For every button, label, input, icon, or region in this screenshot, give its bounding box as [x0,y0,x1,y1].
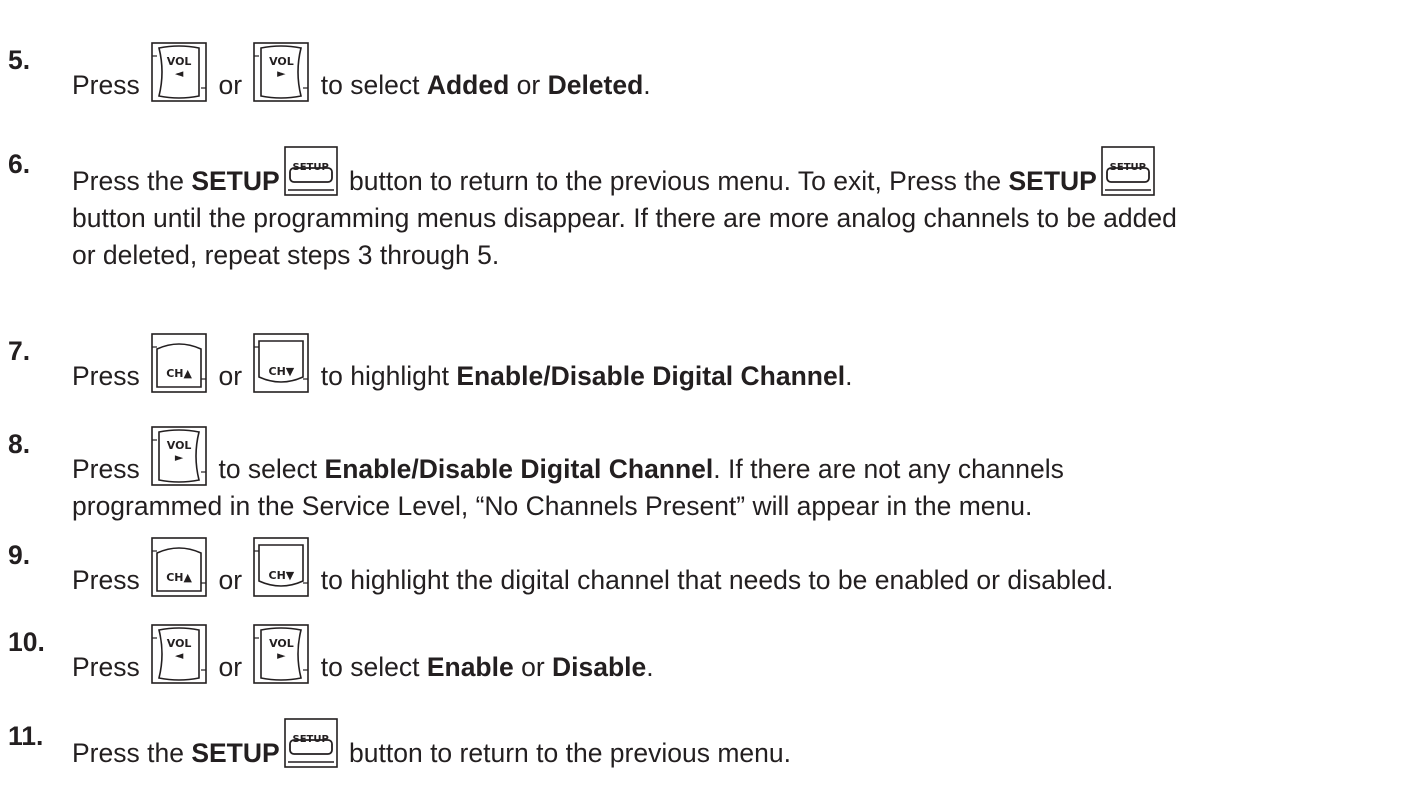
text-run: or [211,361,250,391]
step-text: Press VOL ► to select Enable/Disable Dig… [72,426,1398,525]
volume-left-key-icon: VOL ◄ [151,624,207,684]
step-line: Press CH▲ or CH▼ to highlight Enable/Dis… [72,333,1398,395]
step-line: Press VOL ► to select Enable/Disable Dig… [72,426,1398,488]
step-line: Press the SETUP SETUP button to return to… [72,718,1398,772]
step-number: 5. [8,45,31,75]
text-run: or [513,652,553,682]
setup-key-label: SETUP [1109,162,1146,173]
text-run: Press [72,565,148,595]
step-line: Press VOL ◄ or VOL ► to select Added or … [72,42,1398,104]
text-run: Press [72,652,148,682]
step-line: button until the programming menus disap… [72,200,1398,237]
channel-key-label: CH▼ [268,365,295,378]
channel-key-label: CH▲ [166,571,192,584]
step-number: 11. [8,721,44,751]
text-run: or [509,70,548,100]
volume-right-key-icon: VOL ► [253,624,310,684]
text-run: Press [72,454,148,484]
text-run: . [646,652,654,682]
step-number: 8. [8,429,31,459]
step-line: Press VOL ◄ or VOL ► to select Enable or… [72,624,1398,686]
bold-term: Enable/Disable Digital Channel [324,454,714,484]
step-line: Press CH▲ or CH▼ to highlight the digita… [72,537,1398,599]
bold-term: Deleted [547,70,644,100]
text-run: or [211,70,250,100]
step-line: or deleted, repeat steps 3 through 5. [72,237,1398,274]
step-text: Press the SETUP SETUP button to return to… [72,718,1398,772]
text-run: to select [313,70,427,100]
channel-key-label: CH▲ [166,367,192,380]
step-number: 10. [8,627,45,657]
text-run: . [643,70,651,100]
text-run: Press [72,70,148,100]
step-text: Press VOL ◄ or VOL ► to select Enable or… [72,624,1398,686]
text-run: or [211,652,250,682]
volume-key-label: VOL ◄ [166,637,192,662]
setup-key-icon: SETUP [1101,146,1155,196]
text-run: to highlight the digital channel that ne… [313,565,1114,595]
channel-up-key-icon: CH▲ [151,333,207,393]
text-run: to select [313,652,427,682]
channel-up-key-icon: CH▲ [151,537,207,597]
text-run: . If there are not any channels [713,454,1064,484]
setup-key-label: SETUP [292,734,329,745]
text-run: Press [72,361,148,391]
volume-key-label: VOL ◄ [166,55,192,80]
channel-down-key-icon: CH▼ [253,537,310,597]
text-run: Press the [72,166,192,196]
step-line: programmed in the Service Level, “No Cha… [72,488,1398,525]
volume-key-label: VOL ► [269,637,294,662]
bold-term: SETUP [191,738,280,768]
volume-left-key-icon: VOL ◄ [151,42,207,102]
bold-term: Disable [552,652,647,682]
text-run: button to return to the previous menu. T… [341,166,1009,196]
bold-term: SETUP [191,166,280,196]
volume-key-label: VOL ► [166,439,192,464]
setup-key-icon: SETUP [283,718,338,768]
text-run: Press the [72,738,192,768]
step-text: Press the SETUP SETUP button to return to… [72,146,1398,274]
channel-down-key-icon: CH▼ [253,333,310,393]
volume-key-label: VOL ► [269,55,294,80]
text-run: or deleted, repeat steps 3 through 5. [72,240,500,270]
step-number: 7. [8,336,31,366]
step-line: Press the SETUP SETUP button to return to… [72,146,1398,200]
step-number: 6. [8,149,31,179]
step-text: Press VOL ◄ or VOL ► to select Added or … [72,42,1398,104]
bold-term: SETUP [1008,166,1097,196]
step-text: Press CH▲ or CH▼ to highlight Enable/Dis… [72,333,1398,395]
channel-key-label: CH▼ [268,569,295,582]
text-run: to highlight [313,361,457,391]
text-run: . [845,361,853,391]
text-run: button to return to the previous menu. [341,738,791,768]
bold-term: Added [426,70,510,100]
text-run: or [211,565,250,595]
text-run: programmed in the Service Level, “No Cha… [72,491,1033,521]
text-run: button until the programming menus disap… [72,203,1177,233]
setup-key-label: SETUP [292,162,329,173]
bold-term: Enable [426,652,514,682]
setup-key-icon: SETUP [283,146,338,196]
bold-term: Enable/Disable Digital Channel [456,361,846,391]
step-number: 9. [8,540,31,570]
text-run: to select [211,454,325,484]
volume-right-key-icon: VOL ► [253,42,310,102]
volume-right-key-icon: VOL ► [151,426,207,486]
step-text: Press CH▲ or CH▼ to highlight the digita… [72,537,1398,599]
